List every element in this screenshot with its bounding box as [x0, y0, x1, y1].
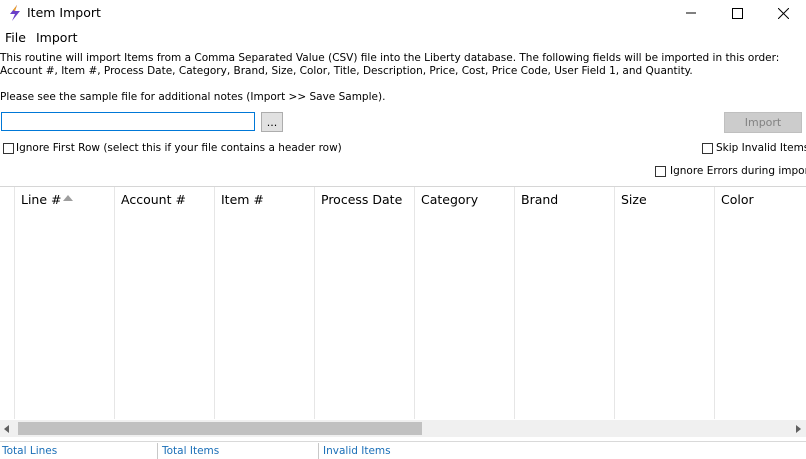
- header-account[interactable]: Account #: [121, 192, 186, 207]
- skip-invalid-items-checkbox[interactable]: [702, 143, 713, 154]
- column-size: [614, 187, 715, 419]
- import-grid[interactable]: Line # Account # Item # Process Date Cat…: [0, 186, 806, 439]
- scrollbar-thumb[interactable]: [18, 422, 422, 435]
- column-line: [14, 187, 115, 419]
- status-total-lines: Total Lines: [2, 445, 58, 457]
- close-button[interactable]: [760, 0, 806, 26]
- ignore-first-row-checkbox[interactable]: [3, 143, 14, 154]
- status-separator: [318, 443, 319, 459]
- scroll-left-icon[interactable]: [4, 425, 9, 433]
- status-invalid-items: Invalid Items: [323, 445, 391, 457]
- file-path-input[interactable]: [1, 112, 255, 131]
- column-account: [114, 187, 215, 419]
- scroll-right-icon[interactable]: [796, 425, 801, 433]
- column-process-date: [314, 187, 415, 419]
- menu-file[interactable]: File: [5, 30, 26, 45]
- menu-import[interactable]: Import: [36, 30, 78, 45]
- horizontal-scrollbar[interactable]: [0, 420, 806, 437]
- minimize-icon: [686, 12, 696, 14]
- description-text: This routine will import Items from a Co…: [0, 52, 780, 77]
- sort-ascending-icon: [63, 195, 73, 201]
- column-item: [214, 187, 315, 419]
- title-bar: Item Import: [0, 0, 806, 26]
- status-separator: [157, 443, 158, 459]
- column-brand: [514, 187, 615, 419]
- ignore-errors-label: Ignore Errors during import: [670, 165, 806, 177]
- header-color[interactable]: Color: [721, 192, 754, 207]
- skip-invalid-items-label: Skip Invalid Items: [716, 142, 806, 154]
- ignore-first-row-label: Ignore First Row (select this if your fi…: [16, 142, 342, 154]
- maximize-button[interactable]: [714, 0, 760, 26]
- maximize-icon: [731, 7, 743, 19]
- row-header-gutter: [0, 187, 15, 419]
- header-line[interactable]: Line #: [21, 192, 62, 207]
- status-bar: Total Lines Total Items Invalid Items: [0, 441, 806, 459]
- column-color: [714, 187, 806, 419]
- import-button[interactable]: Import: [724, 112, 802, 133]
- browse-button[interactable]: ...: [261, 112, 283, 132]
- header-category[interactable]: Category: [421, 192, 478, 207]
- status-total-items: Total Items: [162, 445, 220, 457]
- header-size[interactable]: Size: [621, 192, 647, 207]
- header-item[interactable]: Item #: [221, 192, 264, 207]
- sample-note: Please see the sample file for additiona…: [0, 91, 386, 103]
- header-brand[interactable]: Brand: [521, 192, 558, 207]
- column-category: [414, 187, 515, 419]
- app-logo-icon: [10, 5, 20, 21]
- header-process-date[interactable]: Process Date: [321, 192, 402, 207]
- ignore-errors-checkbox[interactable]: [655, 166, 666, 177]
- close-icon: [777, 7, 789, 19]
- window-title: Item Import: [27, 5, 101, 20]
- minimize-button[interactable]: [668, 0, 714, 26]
- menu-bar: File Import: [0, 28, 806, 48]
